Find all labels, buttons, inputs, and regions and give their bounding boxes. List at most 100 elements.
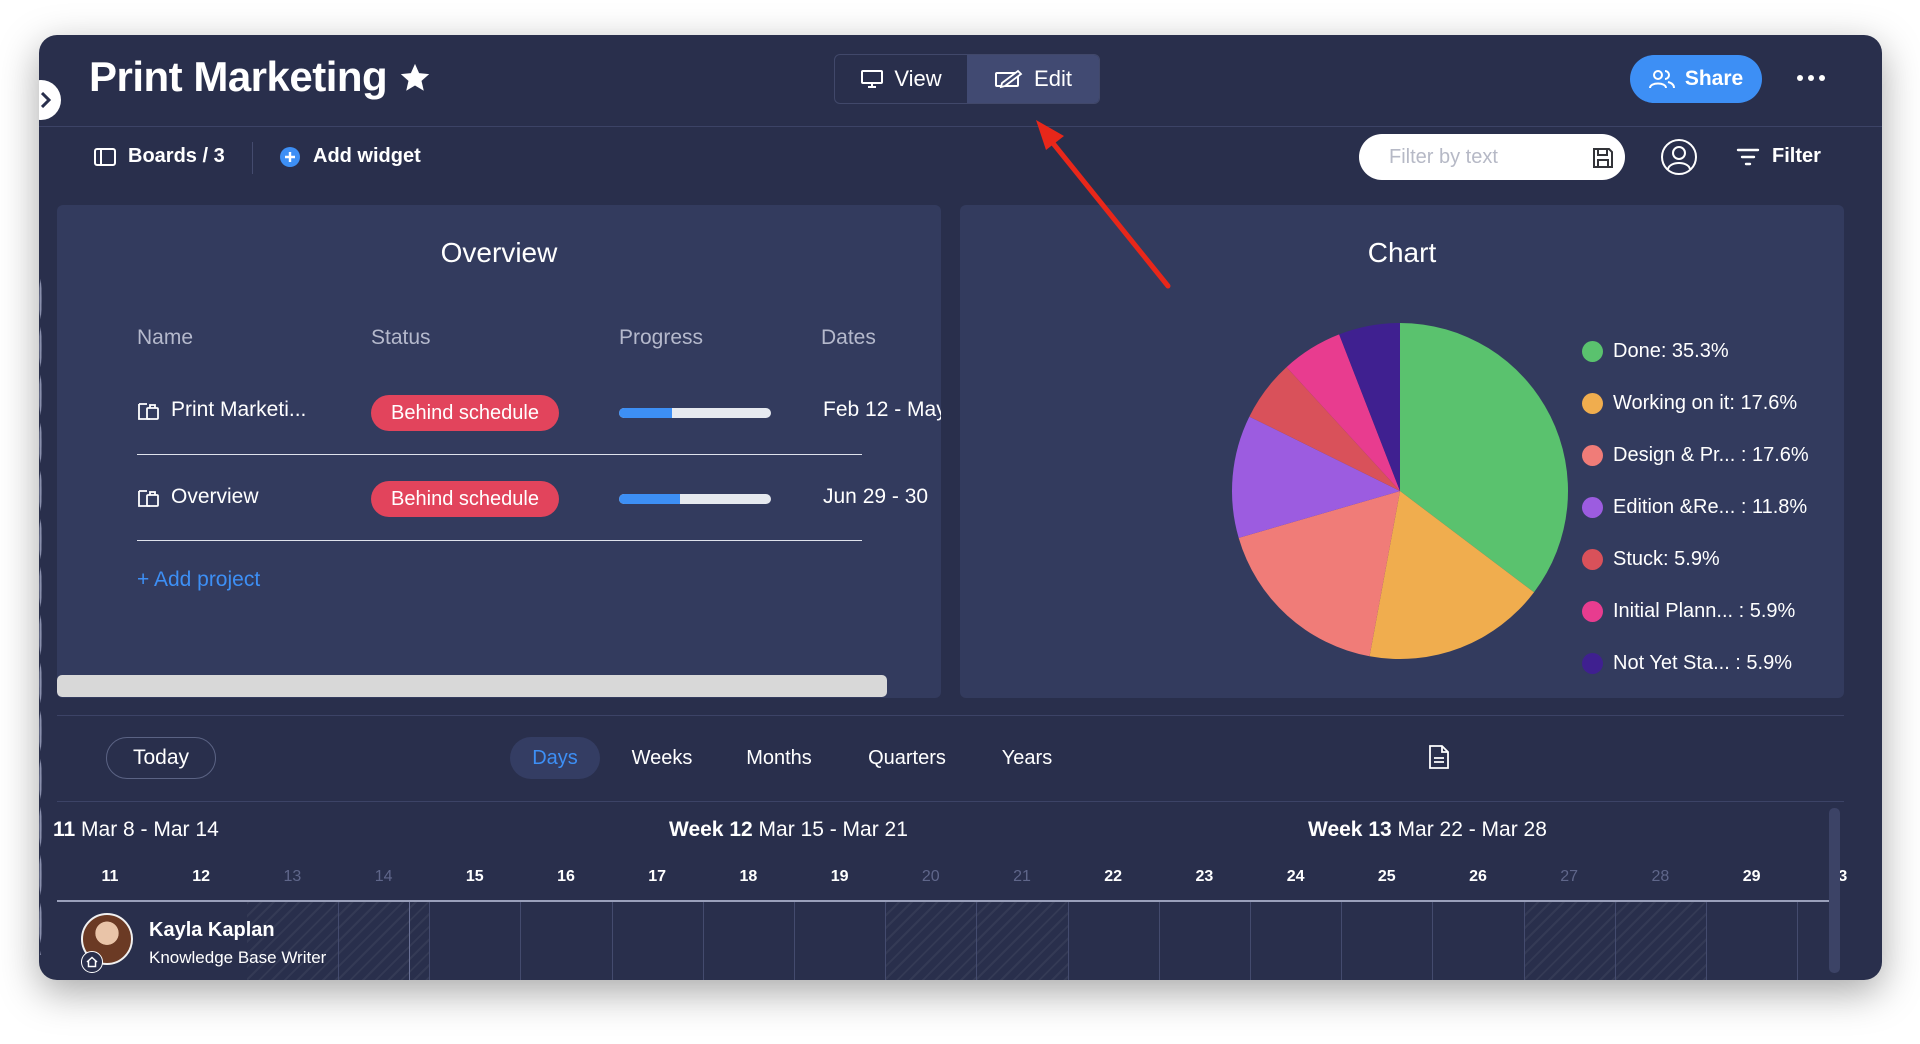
progress-fill xyxy=(619,408,673,418)
person-filter-icon[interactable] xyxy=(1660,138,1698,176)
left-dot-guide xyxy=(39,275,42,955)
plus-circle-icon xyxy=(280,146,300,167)
pie-chart xyxy=(1232,323,1568,659)
chart-legend: Done: 35.3% Working on it: 17.6% Design & … xyxy=(1582,325,1809,689)
more-dot-icon xyxy=(1797,75,1803,81)
legend-label: Working on it: 17.6% xyxy=(1613,391,1798,414)
grid-column-line xyxy=(611,902,613,980)
legend-item: Done: 35.3% xyxy=(1582,325,1809,377)
grid-column-line xyxy=(1706,902,1707,980)
add-project-link[interactable]: + Add project xyxy=(137,568,260,592)
legend-item: Working on it: 17.6% xyxy=(1582,377,1809,429)
scale-tab-days[interactable]: Days xyxy=(510,737,600,779)
home-badge xyxy=(81,951,103,973)
grid-column-line xyxy=(1432,902,1434,980)
column-header-status: Status xyxy=(371,326,431,349)
star-icon[interactable] xyxy=(398,61,432,95)
week-label: Week 12 Mar 15 - Mar 21 xyxy=(669,818,908,842)
view-button[interactable]: View xyxy=(835,55,967,103)
week-range: Mar 22 - Mar 28 xyxy=(1397,818,1547,841)
day-number: 11 xyxy=(101,868,119,885)
row-divider xyxy=(137,454,862,455)
boards-label: Boards / 3 xyxy=(128,145,225,167)
legend-label: Not Yet Sta... : 5.9% xyxy=(1613,651,1793,674)
person-role: Knowledge Base Writer xyxy=(149,948,327,967)
day-number: 22 xyxy=(1104,868,1123,885)
project-name[interactable]: Print Marketi... xyxy=(171,398,306,422)
day-number: 15 xyxy=(465,868,484,885)
chart-widget: Chart Done: 35.3% Working on it: 17.6% Des… xyxy=(960,205,1844,698)
share-button[interactable]: Share xyxy=(1630,55,1762,103)
legend-swatch xyxy=(1582,652,1603,674)
edit-button-label: Edit xyxy=(1034,66,1072,91)
share-button-label: Share xyxy=(1684,67,1744,90)
legend-swatch xyxy=(1582,496,1603,518)
filter-icon xyxy=(1736,148,1760,165)
scale-tab-quarters[interactable]: Quarters xyxy=(852,737,962,779)
grid-column-line xyxy=(702,902,704,980)
add-widget-button[interactable]: Add widget xyxy=(279,145,421,168)
add-widget-label: Add widget xyxy=(313,145,421,167)
project-dates: Jun 29 - 30 xyxy=(823,485,929,508)
more-options-button[interactable] xyxy=(1797,75,1825,81)
grid-column-line xyxy=(1250,902,1251,980)
legend-item: Stuck: 5.9% xyxy=(1582,533,1809,585)
app-window: Print Marketing View Edit Share Boards /… xyxy=(39,35,1882,980)
day-number: 24 xyxy=(1286,868,1305,885)
legend-label: Done: 35.3% xyxy=(1613,339,1729,362)
week-range: Mar 8 - Mar 14 xyxy=(81,818,219,841)
board-icon xyxy=(138,490,159,507)
home-icon xyxy=(86,956,98,968)
day-number: 20 xyxy=(921,868,940,885)
chevron-right-icon xyxy=(41,92,51,108)
weekend-column xyxy=(885,902,977,980)
grid-column-line xyxy=(1614,902,1616,980)
save-icon[interactable] xyxy=(1591,146,1615,170)
week-number: 11 xyxy=(53,818,76,841)
column-header-progress: Progress xyxy=(619,326,704,349)
day-number: 19 xyxy=(830,868,849,885)
board-icon xyxy=(138,403,159,420)
filter-button[interactable]: Filter xyxy=(1736,145,1821,168)
document-icon[interactable] xyxy=(1428,744,1450,770)
legend-item: Initial Plann... : 5.9% xyxy=(1582,585,1809,637)
day-number: 26 xyxy=(1469,868,1487,885)
weekend-column xyxy=(976,902,1068,980)
progress-bar xyxy=(619,494,771,504)
legend-label: Initial Plann... : 5.9% xyxy=(1613,599,1796,622)
scale-tab-years[interactable]: Years xyxy=(982,737,1072,779)
scale-tab-weeks[interactable]: Weeks xyxy=(617,737,707,779)
day-number: 13 xyxy=(283,868,302,885)
week-label: Week 13 Mar 22 - Mar 28 xyxy=(1308,818,1547,842)
legend-item: Design & Pr... : 17.6% xyxy=(1582,429,1809,481)
legend-swatch xyxy=(1582,444,1603,466)
day-number: 17 xyxy=(648,868,667,885)
filter-text-input[interactable] xyxy=(1359,134,1625,180)
edit-pen-icon xyxy=(995,69,1023,89)
grid-column-line xyxy=(1797,902,1799,980)
legend-item: Not Yet Sta... : 5.9% xyxy=(1582,637,1809,689)
boards-button[interactable]: Boards / 3 xyxy=(94,145,225,168)
more-dot-icon xyxy=(1819,75,1825,81)
overview-title: Overview xyxy=(440,237,558,268)
grid-column-line xyxy=(1523,902,1525,980)
grid-column-line xyxy=(794,902,795,980)
week-range: Mar 15 - Mar 21 xyxy=(758,818,908,841)
grid-column-line xyxy=(338,902,339,980)
vertical-scrollbar[interactable] xyxy=(1829,808,1840,973)
grid-column-line xyxy=(520,902,522,980)
day-number: 12 xyxy=(192,868,211,885)
more-dot-icon xyxy=(1808,75,1814,81)
sidebar-toggle-button[interactable] xyxy=(39,80,61,120)
weekend-column xyxy=(338,902,430,980)
status-badge: Behind schedule xyxy=(371,481,559,517)
scale-tab-months[interactable]: Months xyxy=(729,737,829,779)
grid-column-line xyxy=(429,902,431,980)
project-name[interactable]: Overview xyxy=(171,485,259,509)
today-button[interactable]: Today xyxy=(106,737,216,779)
horizontal-scrollbar[interactable] xyxy=(57,675,887,697)
day-number: 29 xyxy=(1742,868,1761,885)
timeline-widget: Today Days Weeks Months Quarters Years 1… xyxy=(53,715,1847,980)
project-dates: Feb 12 - May xyxy=(823,398,941,421)
edit-button[interactable]: Edit xyxy=(967,55,1099,103)
